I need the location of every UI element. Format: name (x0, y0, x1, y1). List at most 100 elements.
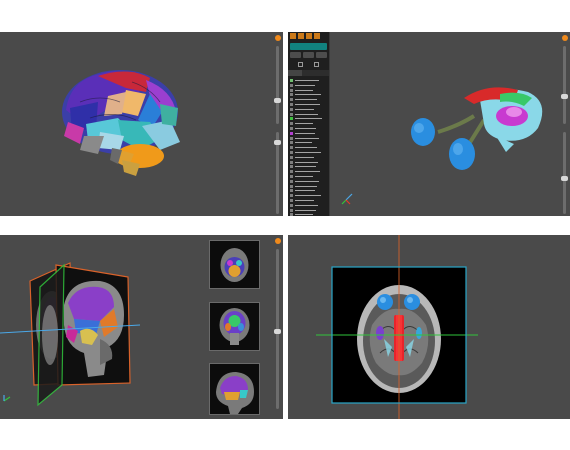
edit-structure-button[interactable] (303, 52, 314, 58)
visibility-toggle[interactable] (290, 117, 293, 121)
opacity-slider[interactable] (274, 46, 281, 124)
list-item-label (295, 108, 314, 110)
visibility-toggle[interactable] (290, 170, 293, 174)
visibility-toggle[interactable] (290, 208, 293, 212)
slice-slider-handle[interactable] (274, 329, 281, 334)
tab-structures[interactable] (288, 70, 302, 76)
structure-list (289, 78, 328, 216)
list-item-label (295, 113, 318, 115)
list-item-label (295, 190, 315, 192)
bottom-right-viewport[interactable] (288, 235, 570, 419)
list-item-label (295, 94, 321, 96)
list-item-label (295, 99, 317, 101)
visibility-toggle[interactable] (290, 179, 293, 183)
list-item-label (295, 147, 317, 149)
list-item-label (295, 180, 319, 182)
visibility-toggle[interactable] (290, 107, 293, 111)
brain-3d-render[interactable] (0, 32, 283, 216)
axis-gizmo (341, 193, 353, 205)
visibility-toggle[interactable] (290, 203, 293, 207)
visibility-toggle[interactable] (290, 174, 293, 178)
list-item-label (295, 151, 321, 153)
visibility-toggle[interactable] (290, 88, 293, 92)
visibility-toggle[interactable] (290, 131, 293, 135)
visibility-toggle[interactable] (290, 83, 293, 87)
list-tabs (288, 70, 329, 76)
zoom-slider[interactable] (561, 132, 568, 214)
settings-icon[interactable] (314, 33, 320, 39)
list-item-label (295, 118, 322, 120)
axial-thumbnail[interactable] (209, 240, 260, 289)
top-left-viewport[interactable] (0, 32, 283, 216)
list-item-label (295, 161, 318, 163)
settings-icon[interactable] (275, 238, 281, 244)
visibility-toggle[interactable] (290, 102, 293, 106)
opacity-slider-handle[interactable] (561, 94, 568, 99)
axis-gizmo (3, 395, 11, 402)
opacity-slider[interactable] (561, 46, 568, 124)
list-item-label (295, 175, 313, 177)
list-item-label (295, 214, 313, 216)
list-item-label (295, 84, 315, 86)
coronal-thumbnail-image (219, 308, 250, 345)
move-icon[interactable] (306, 33, 312, 39)
structure-actions (290, 52, 327, 58)
visibility-toggle[interactable] (290, 198, 293, 202)
list-item-label (295, 127, 316, 129)
list-item-label (295, 185, 317, 187)
zoom-slider[interactable] (274, 132, 281, 214)
settings-icon[interactable] (275, 35, 281, 41)
structure-set-dropdown[interactable] (290, 43, 327, 50)
visibility-toggle[interactable] (290, 160, 293, 164)
visibility-toggle[interactable] (290, 213, 293, 216)
visibility-toggle[interactable] (290, 126, 293, 130)
list-item-label (295, 123, 313, 125)
bottom-left-viewport[interactable] (0, 235, 283, 419)
visibility-toggle[interactable] (290, 189, 293, 193)
coronal-thumbnail[interactable] (209, 302, 260, 351)
top-right-viewport[interactable] (288, 32, 570, 216)
axial-thumbnail-image (220, 248, 249, 282)
visibility-toggle[interactable] (290, 136, 293, 140)
list-item-label (295, 204, 318, 206)
list-item-label (295, 156, 314, 158)
list-item-label (295, 132, 315, 134)
list-item-label (295, 80, 319, 81)
visibility-toggle[interactable] (290, 155, 293, 159)
panel-toolbar (290, 33, 320, 41)
structures-3d-render[interactable] (288, 32, 570, 216)
delete-structure-button[interactable] (316, 52, 327, 58)
list-item-label (295, 137, 319, 139)
settings-icon[interactable] (562, 35, 568, 41)
select-icon[interactable] (290, 33, 296, 39)
visibility-toggle[interactable] (290, 122, 293, 126)
list-item-label (295, 199, 314, 201)
visibility-toggle[interactable] (290, 146, 293, 150)
visibility-toggle[interactable] (290, 79, 293, 82)
zoom-slider-handle[interactable] (274, 140, 281, 145)
sagittal-thumbnail[interactable] (209, 363, 260, 415)
labels-checkbox[interactable] (298, 62, 303, 67)
slice-slider[interactable] (274, 249, 281, 409)
structure-list-panel (288, 32, 330, 216)
list-item-label (295, 171, 320, 173)
visibility-toggle[interactable] (290, 184, 293, 188)
sagittal-thumbnail-image (216, 372, 254, 414)
visibility-toggle[interactable] (290, 112, 293, 116)
display-options (290, 61, 327, 67)
visibility-toggle[interactable] (290, 194, 293, 198)
visibility-toggle[interactable] (290, 150, 293, 154)
opacity-slider-handle[interactable] (274, 98, 281, 103)
add-structure-button[interactable] (290, 52, 301, 58)
axial-slice-render[interactable] (288, 235, 570, 419)
visibility-toggle[interactable] (290, 93, 293, 97)
list-item-label (295, 103, 320, 105)
outline-checkbox[interactable] (314, 62, 319, 67)
list-item-label (295, 166, 316, 168)
visibility-toggle[interactable] (290, 165, 293, 169)
visibility-toggle[interactable] (290, 98, 293, 102)
zoom-slider-handle[interactable] (561, 176, 568, 181)
visibility-toggle[interactable] (290, 141, 293, 145)
list-item[interactable] (289, 212, 328, 216)
paint-icon[interactable] (298, 33, 304, 39)
